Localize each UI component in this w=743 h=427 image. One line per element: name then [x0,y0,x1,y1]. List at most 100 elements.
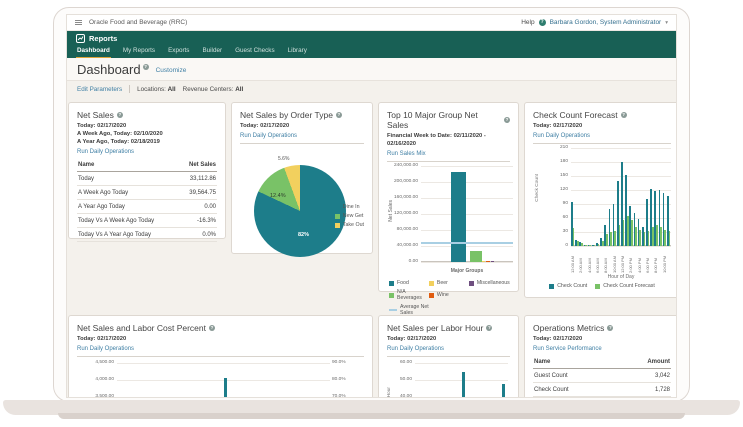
y-tick-label: 40.00 [379,394,412,398]
legend-item: Food [389,280,429,286]
screen: Oracle Food and Beverage (RRC) Help ? Ba… [66,14,677,398]
gridline [421,230,513,231]
card-ops-metrics: Operations Metrics? Today: 02/17/2020 Ru… [524,315,677,398]
y-tick-label: 60 [555,215,568,220]
forecast-bar-chart: Check Count 2101801501209060300 12:00 AM… [533,144,671,292]
pie-label-new-get: 12.4% [270,193,286,199]
filter-bar: Edit Parameters Locations: All Revenue C… [67,81,676,97]
cell-value: 33,112.86 [190,176,216,182]
locations-filter[interactable]: Locations: All [137,86,176,93]
run-sales-mix-link[interactable]: Run Sales Mix [387,151,510,157]
run-daily-operations-link[interactable]: Run Daily Operations [240,133,364,139]
question-icon[interactable]: ? [336,112,342,118]
revenue-centers-filter[interactable]: Revenue Centers: All [183,86,244,93]
x-tick-label: 10:00 PM [662,249,667,273]
run-service-performance-link[interactable]: Run Service Performance [533,346,671,352]
bar[interactable] [488,397,492,398]
legend-swatch [429,293,434,298]
subtitle-line: Today: 02/17/2020 [533,122,671,130]
table-row[interactable]: Table Turn Count1,289 [533,397,671,398]
table-header: NameNet Sales [77,159,217,172]
cell-value: -16.3% [197,218,216,224]
cell-value: 1,728 [655,387,670,393]
y-tick-label: 90 [555,201,568,206]
subtitle-line: Today: 02/17/2020 [240,122,364,130]
cell-value: 39,564.75 [189,190,216,196]
run-daily-operations-link[interactable]: Run Daily Operations [77,149,217,155]
bar[interactable] [502,384,506,399]
cell-name: Check Count [534,387,569,393]
bar-beer[interactable] [482,261,485,262]
legend-item: Dine In [335,204,364,210]
chevron-down-icon[interactable]: ▾ [665,20,668,26]
card-title: Check Count Forecast [533,110,618,120]
chart-legend: FoodBeerMiscellaneousN/A BeveragesWineAv… [389,280,510,319]
average-net-sales-line [421,242,513,244]
table-row[interactable]: Today Vs A Year Ago Today0.0% [77,228,217,242]
y-tick-label: 60.00 [379,360,412,365]
gridline [421,198,513,199]
y-tick-label: 4,500.00 [81,360,114,365]
bar-miscellaneous[interactable] [491,261,494,262]
customize-link[interactable]: Customize [156,67,187,74]
pie-chart[interactable] [254,165,346,257]
cell-value: 0.00 [204,204,216,210]
laptop-base-lip [58,413,685,419]
question-icon[interactable]: ? [504,117,510,123]
right-tick-label: 70.0% [332,394,354,398]
question-icon[interactable]: ? [621,112,627,118]
table-row[interactable]: Today Vs A Week Ago Today-16.3% [77,214,217,228]
y-tick-label: 50.00 [379,377,412,382]
x-tick-label: 10:00 AM [612,249,617,273]
table-row[interactable]: Today33,112.86 [77,172,217,186]
x-tick-label: 2:00 AM [578,249,583,273]
table-row[interactable]: A Year Ago Today0.00 [77,200,217,214]
x-tick-label: 12:00 AM [570,249,575,273]
x-tick-label: 8:00 AM [603,249,608,273]
product-header: Reports DashboardMy ReportsExportsBuilde… [67,31,676,58]
y-tick-label: 120 [555,187,568,192]
table-row[interactable]: A Week Ago Today 39,564.75 [77,186,217,200]
hamburger-icon[interactable] [75,19,82,26]
table-row[interactable]: Check Count 1,728 [533,383,671,397]
gridline [421,214,513,215]
question-icon[interactable]: ? [143,64,149,70]
run-daily-operations-link[interactable]: Run Daily Operations [387,346,510,352]
bar[interactable] [462,372,466,398]
chart-legend: Check CountCheck Count Forecast [533,283,671,292]
card-subtitle: Today: 02/17/2020 [533,122,671,130]
bar-food[interactable] [451,172,466,262]
legend-swatch [595,284,600,289]
user-menu[interactable]: Barbara Gordon, System Administrator [550,19,662,26]
question-icon[interactable]: ? [607,325,613,331]
legend-item: Check Count [549,283,587,289]
forecast-bar[interactable] [669,231,671,246]
legend-swatch [335,223,340,228]
app-brand: Oracle Food and Beverage (RRC) [89,19,187,26]
edit-parameters-link[interactable]: Edit Parameters [77,86,122,93]
x-tick-label: 8:00 PM [653,249,658,273]
table-row[interactable]: Guest Count3,042 [533,369,671,383]
y-tick-label: 4,000.00 [81,377,114,382]
subtitle-line: A Week Ago, Today: 02/10/2020 [77,130,217,138]
run-daily-operations-link[interactable]: Run Daily Operations [533,133,671,139]
legend-swatch [549,284,554,289]
question-icon[interactable]: ? [486,325,492,331]
help-link[interactable]: Help [521,19,534,26]
question-icon[interactable]: ? [117,112,123,118]
help-icon[interactable]: ? [539,19,546,26]
bar-n-a-beverages[interactable] [470,251,482,262]
product-name: Reports [89,34,117,43]
bar-wine[interactable] [486,261,490,262]
gridline [421,246,513,247]
run-daily-operations-link[interactable]: Run Daily Operations [77,346,364,352]
page-content: Dashboard ? Customize Edit Parameters Lo… [67,58,676,398]
cell-name: A Week Ago Today [78,190,128,196]
gridline [117,363,330,364]
x-axis-label: Hour of Day [571,274,671,280]
question-icon[interactable]: ? [209,325,215,331]
card-labor-hour: Net Sales per Labor Hour? Today: 02/17/2… [378,315,519,398]
gridline [421,182,513,183]
card-subtitle: Today: 02/17/2020 [240,122,364,130]
bar[interactable] [224,378,228,399]
